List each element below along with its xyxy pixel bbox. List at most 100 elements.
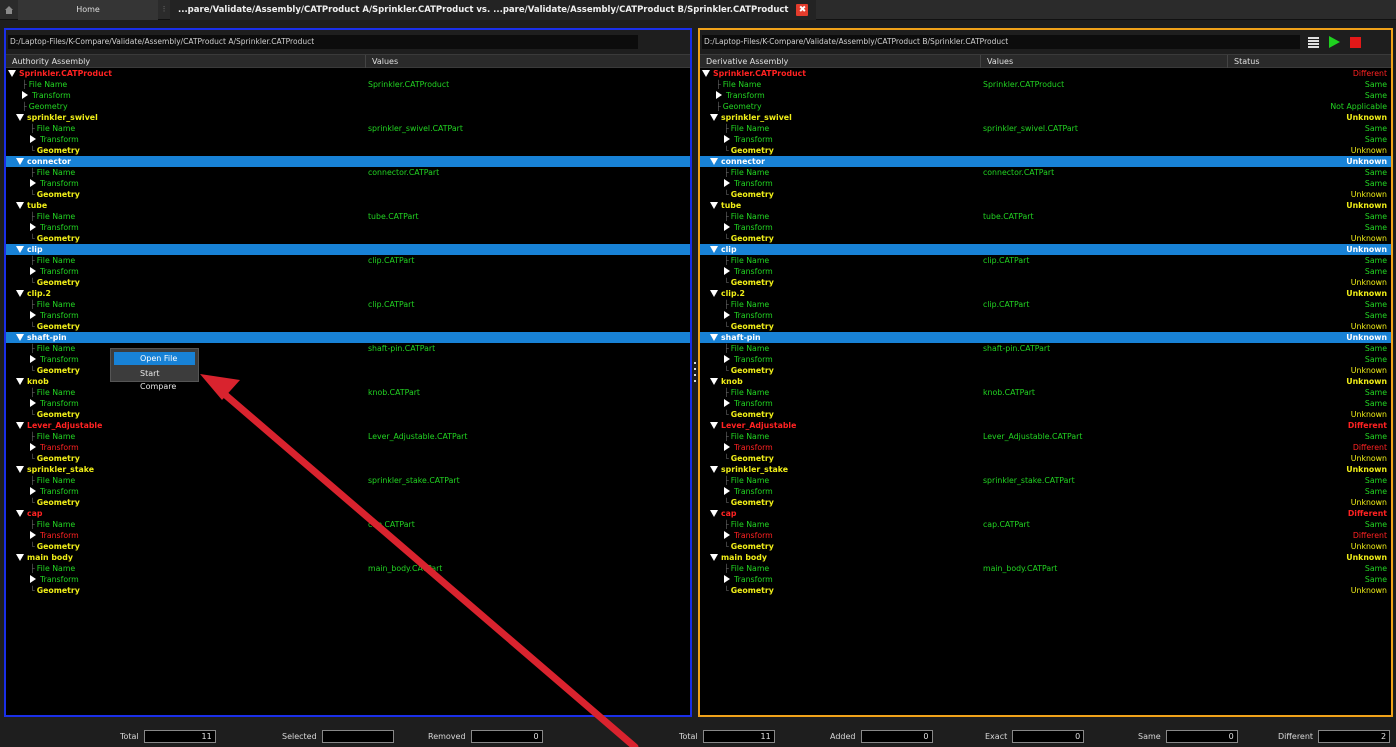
collapse-triangle-icon[interactable]: [710, 114, 718, 121]
expand-triangle-icon[interactable]: [724, 575, 730, 583]
tree-node[interactable]: knob Unknown: [700, 376, 1391, 387]
tab-compare-document[interactable]: ...pare/Validate/Assembly/CATProduct A/S…: [170, 0, 817, 20]
menu-item-open-file[interactable]: Open File: [114, 352, 195, 365]
expand-triangle-icon[interactable]: [30, 399, 36, 407]
tree-leaf[interactable]: ├ File Name knob.CATPart Same: [700, 387, 1391, 398]
tree-leaf[interactable]: ├ File Name Sprinkler.CATProduct Same: [700, 79, 1391, 90]
tree-node[interactable]: connector Unknown: [700, 156, 1391, 167]
tree-node[interactable]: Sprinkler.CATProduct Different: [700, 68, 1391, 79]
tree-node[interactable]: cap Different: [700, 508, 1391, 519]
tree-leaf[interactable]: └ Geometry Unknown: [700, 541, 1391, 552]
expand-triangle-icon[interactable]: [30, 311, 36, 319]
tree-leaf[interactable]: └ Geometry: [6, 365, 690, 376]
tree-node[interactable]: sprinkler_swivel: [6, 112, 690, 123]
tree-node[interactable]: clip.2 Unknown: [700, 288, 1391, 299]
expand-triangle-icon[interactable]: [30, 531, 36, 539]
tree-leaf[interactable]: └ Geometry: [6, 453, 690, 464]
collapse-triangle-icon[interactable]: [710, 466, 718, 473]
expand-triangle-icon[interactable]: [22, 91, 28, 99]
expand-triangle-icon[interactable]: [724, 311, 730, 319]
column-header-values[interactable]: Values: [981, 55, 1228, 68]
tree-node[interactable]: clip: [6, 244, 690, 255]
expand-triangle-icon[interactable]: [724, 531, 730, 539]
expand-triangle-icon[interactable]: [716, 91, 722, 99]
tree-leaf[interactable]: Transform: [6, 486, 690, 497]
tree-leaf[interactable]: ├ File Name sprinkler_swivel.CATPart: [6, 123, 690, 134]
tree-leaf[interactable]: ├ File Name sprinkler_stake.CATPart Same: [700, 475, 1391, 486]
collapse-triangle-icon[interactable]: [702, 70, 710, 77]
expand-triangle-icon[interactable]: [30, 443, 36, 451]
tree-leaf[interactable]: └ Geometry Unknown: [700, 145, 1391, 156]
tree-leaf[interactable]: ├ File Name clip.CATPart Same: [700, 255, 1391, 266]
tree-leaf[interactable]: └ Geometry Unknown: [700, 277, 1391, 288]
tree-leaf[interactable]: └ Geometry Unknown: [700, 365, 1391, 376]
tree-leaf[interactable]: Transform: [6, 398, 690, 409]
collapse-triangle-icon[interactable]: [710, 202, 718, 209]
tree-node[interactable]: knob: [6, 376, 690, 387]
tree-leaf[interactable]: Transform Same: [700, 222, 1391, 233]
tree-leaf[interactable]: ├ File Name knob.CATPart: [6, 387, 690, 398]
collapse-triangle-icon[interactable]: [710, 290, 718, 297]
tree-node[interactable]: sprinkler_stake Unknown: [700, 464, 1391, 475]
tree-leaf[interactable]: ├ File Name connector.CATPart: [6, 167, 690, 178]
expand-triangle-icon[interactable]: [30, 575, 36, 583]
tree-leaf[interactable]: Transform Same: [700, 354, 1391, 365]
column-header-derivative-assembly[interactable]: Derivative Assembly: [700, 55, 981, 68]
collapse-triangle-icon[interactable]: [710, 246, 718, 253]
expand-triangle-icon[interactable]: [724, 443, 730, 451]
tree-leaf[interactable]: ├ File Name shaft-pin.CATPart: [6, 343, 690, 354]
column-header-values[interactable]: Values: [366, 55, 690, 68]
collapse-triangle-icon[interactable]: [8, 70, 16, 77]
column-header-authority-assembly[interactable]: Authority Assembly: [6, 55, 366, 68]
collapse-triangle-icon[interactable]: [710, 510, 718, 517]
tree-leaf[interactable]: ├ File Name shaft-pin.CATPart Same: [700, 343, 1391, 354]
tree-leaf[interactable]: ├ File Name Lever_Adjustable.CATPart: [6, 431, 690, 442]
collapse-triangle-icon[interactable]: [16, 422, 24, 429]
tree-leaf[interactable]: └ Geometry Unknown: [700, 453, 1391, 464]
tree-leaf[interactable]: └ Geometry Unknown: [700, 189, 1391, 200]
tree-node[interactable]: Lever_Adjustable Different: [700, 420, 1391, 431]
tree-leaf[interactable]: Transform Same: [700, 90, 1391, 101]
tree-node[interactable]: clip.2: [6, 288, 690, 299]
tree-leaf[interactable]: Transform: [6, 310, 690, 321]
tree-leaf[interactable]: └ Geometry: [6, 189, 690, 200]
tree-leaf[interactable]: └ Geometry Unknown: [700, 233, 1391, 244]
expand-triangle-icon[interactable]: [724, 135, 730, 143]
authority-path-field[interactable]: D:/Laptop-Files/K-Compare/Validate/Assem…: [8, 35, 638, 49]
tab-home[interactable]: Home: [18, 0, 158, 20]
tree-leaf[interactable]: Transform: [6, 354, 690, 365]
tree-leaf[interactable]: Transform Same: [700, 266, 1391, 277]
tree-leaf[interactable]: ├ File Name sprinkler_swivel.CATPart Same: [700, 123, 1391, 134]
expand-triangle-icon[interactable]: [724, 487, 730, 495]
expand-triangle-icon[interactable]: [30, 267, 36, 275]
tree-leaf[interactable]: ├ File Name clip.CATPart Same: [700, 299, 1391, 310]
tree-node[interactable]: sprinkler_stake: [6, 464, 690, 475]
panel-splitter-handle[interactable]: [693, 362, 697, 382]
tree-leaf[interactable]: Transform Same: [700, 178, 1391, 189]
tree-node[interactable]: main body: [6, 552, 690, 563]
tree-leaf[interactable]: └ Geometry: [6, 497, 690, 508]
tree-leaf[interactable]: ├ File Name main_body.CATPart: [6, 563, 690, 574]
expand-triangle-icon[interactable]: [30, 223, 36, 231]
tree-leaf[interactable]: └ Geometry: [6, 145, 690, 156]
tree-leaf[interactable]: Transform Same: [700, 574, 1391, 585]
tree-leaf[interactable]: └ Geometry Unknown: [700, 321, 1391, 332]
tree-leaf[interactable]: ├ File Name clip.CATPart: [6, 255, 690, 266]
collapse-triangle-icon[interactable]: [710, 422, 718, 429]
collapse-triangle-icon[interactable]: [16, 510, 24, 517]
collapse-triangle-icon[interactable]: [16, 246, 24, 253]
tree-leaf[interactable]: Transform Different: [700, 530, 1391, 541]
collapse-triangle-icon[interactable]: [710, 554, 718, 561]
list-icon[interactable]: [1308, 36, 1319, 48]
tree-leaf[interactable]: ├ File Name tube.CATPart Same: [700, 211, 1391, 222]
tree-leaf[interactable]: ├ File Name sprinkler_stake.CATPart: [6, 475, 690, 486]
tree-leaf[interactable]: Transform: [6, 90, 690, 101]
tree-leaf[interactable]: └ Geometry: [6, 321, 690, 332]
play-icon[interactable]: [1329, 36, 1340, 48]
collapse-triangle-icon[interactable]: [16, 554, 24, 561]
tree-leaf[interactable]: ├ File Name Sprinkler.CATProduct: [6, 79, 690, 90]
stop-icon[interactable]: [1350, 36, 1361, 48]
tree-leaf[interactable]: Transform: [6, 574, 690, 585]
tree-leaf[interactable]: └ Geometry Unknown: [700, 497, 1391, 508]
tree-leaf[interactable]: ├ File Name cap.CATPart: [6, 519, 690, 530]
